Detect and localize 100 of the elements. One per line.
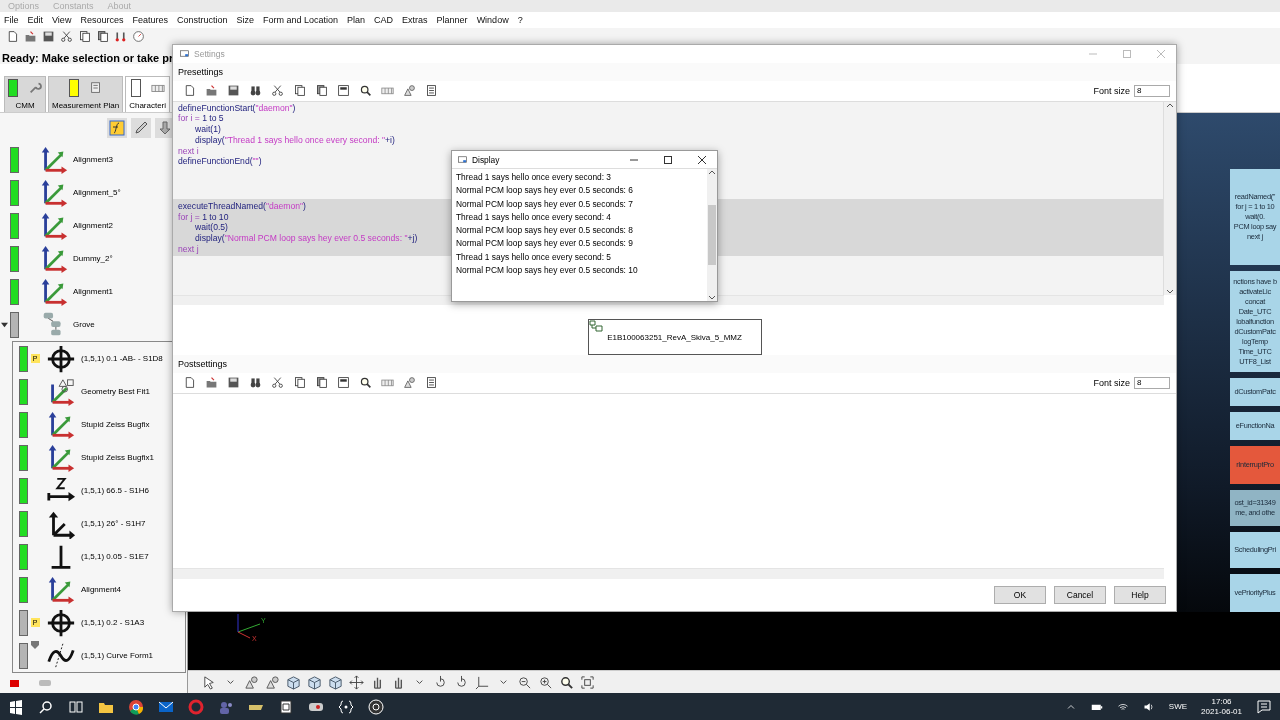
tree-item[interactable]: Dummy_2° — [73, 254, 113, 263]
document-icon[interactable] — [183, 84, 196, 98]
folder-icon[interactable] — [205, 376, 218, 390]
zoom-in-icon[interactable] — [538, 674, 553, 690]
search-icon[interactable] — [38, 698, 54, 715]
tree-item[interactable]: (1,5,1) 26° - S1H7 — [81, 519, 146, 528]
save-icon[interactable] — [42, 29, 55, 43]
tree-item[interactable]: Alignment3 — [73, 155, 114, 164]
pages-icon[interactable] — [315, 84, 328, 98]
tree-item[interactable]: Stupid Zeiss Bugfix1 — [81, 453, 154, 462]
menu-item[interactable]: Construction — [176, 15, 228, 25]
tree-item[interactable]: Stupid Zeiss Bugfix — [81, 420, 150, 429]
scroll-up-icon[interactable] — [708, 169, 716, 177]
mode-tab[interactable]: Characteri — [125, 76, 171, 112]
menu-item[interactable]: ? — [517, 15, 523, 25]
shapes-icon[interactable] — [403, 376, 416, 390]
scissors-icon[interactable] — [271, 376, 284, 390]
notification-icon[interactable] — [1256, 698, 1272, 715]
copy-icon[interactable] — [293, 84, 306, 98]
menu-item[interactable]: Features — [132, 15, 168, 25]
binoculars-icon[interactable] — [249, 376, 262, 390]
zoom-out-icon[interactable] — [517, 674, 532, 690]
panel-icon[interactable] — [337, 84, 350, 98]
tree-item[interactable]: Alignment4 — [81, 585, 122, 594]
cube-icon[interactable] — [307, 674, 322, 690]
menu-item[interactable]: Planner — [436, 15, 468, 25]
mode-tab[interactable]: CMM — [4, 76, 46, 112]
shapes-icon[interactable] — [244, 674, 259, 690]
shapes-icon[interactable] — [265, 674, 280, 690]
speaker-icon[interactable] — [1142, 700, 1155, 713]
scroll-thumb[interactable] — [39, 680, 51, 686]
rotate-icon[interactable] — [454, 674, 469, 690]
scissors-icon[interactable] — [271, 84, 284, 98]
menu-item[interactable]: CAD — [374, 15, 394, 25]
menu-item[interactable]: Resources — [80, 15, 124, 25]
magnifier-icon[interactable] — [359, 376, 372, 390]
menu-item[interactable]: View — [52, 15, 72, 25]
menu-item[interactable]: Plan — [347, 15, 366, 25]
folder-icon[interactable] — [205, 84, 218, 98]
app-icon[interactable] — [278, 698, 294, 715]
document-icon[interactable] — [183, 376, 196, 390]
panel-icon[interactable] — [337, 376, 350, 390]
pages-icon[interactable] — [96, 29, 109, 43]
folder-icon[interactable] — [24, 29, 37, 43]
language-indicator[interactable]: SWE — [1168, 702, 1188, 711]
cube-icon[interactable] — [328, 674, 343, 690]
pencil-icon[interactable] — [131, 118, 151, 138]
module-box[interactable]: E1B100063251_RevA_Skiva_5_MMZ — [587, 319, 762, 355]
copy-icon[interactable] — [293, 376, 306, 390]
dialog-button[interactable]: Help — [1114, 586, 1166, 605]
save-icon[interactable] — [227, 84, 240, 98]
tree-item[interactable]: Alignment_5° — [73, 188, 121, 197]
font-size-field[interactable]: 8 — [1134, 84, 1170, 97]
list-icon[interactable] — [425, 84, 438, 98]
dialog-button[interactable]: Cancel — [1054, 586, 1106, 605]
braces-icon[interactable] — [338, 698, 354, 715]
probe-icon[interactable] — [114, 29, 127, 43]
axes-icon[interactable] — [475, 674, 490, 690]
circle-logo-icon[interactable] — [368, 698, 384, 715]
magnifier-icon[interactable] — [559, 674, 574, 690]
cursor-icon[interactable] — [202, 674, 217, 690]
menu-item[interactable]: Edit — [27, 15, 44, 25]
menu-item[interactable]: Size — [236, 15, 254, 25]
scroll-down-icon[interactable] — [1166, 287, 1174, 295]
list-icon[interactable] — [425, 376, 438, 390]
maximize-button[interactable] — [664, 155, 672, 164]
document-icon[interactable] — [6, 29, 19, 43]
caret-icon[interactable] — [1, 321, 8, 328]
menu-item[interactable]: File — [4, 15, 19, 25]
cube-icon[interactable] — [286, 674, 301, 690]
menu-item[interactable]: Window — [476, 15, 509, 25]
browser-icon[interactable] — [128, 698, 144, 715]
menu-item[interactable]: Extras — [402, 15, 428, 25]
font-size-field[interactable]: 8 — [1134, 376, 1170, 389]
formula-icon[interactable] — [107, 118, 127, 138]
ring-icon[interactable] — [188, 698, 204, 715]
task-view-icon[interactable] — [68, 698, 84, 715]
fit-icon[interactable] — [580, 674, 595, 690]
scissors-icon[interactable] — [60, 29, 73, 43]
tree-item[interactable]: Alignment1 — [73, 287, 114, 296]
copy-icon[interactable] — [78, 29, 91, 43]
pages-icon[interactable] — [315, 376, 328, 390]
windows-logo-icon[interactable] — [8, 698, 24, 715]
tree-item[interactable]: (1,5,1) 0.2 - S1A3 — [81, 618, 145, 627]
scroll-down-icon[interactable] — [708, 293, 716, 301]
scroll-up-icon[interactable] — [1166, 101, 1174, 110]
move-icon[interactable] — [349, 674, 364, 690]
tree-item[interactable]: (1,5,1) Curve Form1 — [81, 651, 154, 660]
clock[interactable]: 17:06 2021-06-01 — [1201, 696, 1242, 717]
tree-item[interactable]: Grove — [73, 320, 95, 329]
binoculars-icon[interactable] — [249, 84, 262, 98]
tree-item[interactable]: Alignment2 — [73, 221, 114, 230]
menu-item[interactable]: Form and Location — [263, 15, 339, 25]
save-icon[interactable] — [227, 376, 240, 390]
tree-item[interactable]: (1,5,1) 66.5 - S1H6 — [81, 486, 150, 495]
tree-item[interactable]: (1,5,1) 0.1 -AB- - S1D8 — [81, 354, 163, 363]
close-button[interactable] — [698, 155, 706, 164]
dialog-button[interactable]: OK — [994, 586, 1046, 605]
magnifier-icon[interactable] — [359, 84, 372, 98]
tree-item[interactable]: (1,5,1) 0.05 - S1E7 — [81, 552, 149, 561]
